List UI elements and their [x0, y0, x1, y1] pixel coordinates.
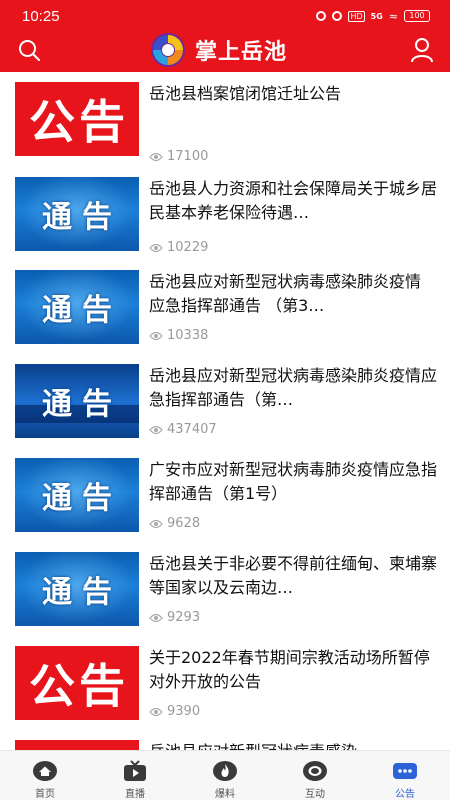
news-title: 岳池县应对新型冠状病毒感染肺炎疫情 应急指挥部通告 （第3… [149, 272, 422, 315]
view-count: 9628 [149, 516, 200, 531]
wifi-icon: ≈ [388, 9, 398, 23]
news-item[interactable]: 通告 岳池县应对新型冠状病毒感染肺炎疫情 应急指挥部通告 （第3… 10338 [0, 270, 450, 364]
tab-label: 爆料 [215, 789, 235, 800]
news-item[interactable]: 通告 广安市应对新型冠状病毒肺炎疫情应急指挥部通告（第1号） 9628 [0, 458, 450, 552]
eye-icon [149, 331, 163, 340]
eye-icon [149, 613, 163, 622]
news-item[interactable]: 公告 关于2022年春节期间宗教活动场所暂停对外开放的公告 9390 [0, 646, 450, 740]
tab-label: 首页 [35, 789, 55, 800]
app-logo-icon [151, 33, 185, 67]
news-title: 岳池县应对新型冠状病毒感染肺炎疫情应急指挥部通告（第… [149, 366, 437, 409]
news-title: 岳池县人力资源和社会保障局关于城乡居民基本养老保险待遇… [149, 179, 437, 222]
thumbnail-text: 通告 [42, 294, 122, 327]
news-list: 公告 岳池县档案馆闭馆迁址公告 17100 通告 岳池县人力资源和社会保障局关于… [0, 72, 450, 750]
status-bar: 10:25 HD 5G ≈ 100 [0, 0, 450, 32]
search-icon[interactable] [17, 38, 41, 62]
news-item[interactable]: 公告 岳池县应对新型冠状病毒感染 [0, 740, 450, 750]
status-time: 10:25 [22, 7, 60, 25]
view-count-value: 17100 [167, 149, 209, 164]
home-icon [33, 761, 57, 781]
alarm-icon [316, 11, 327, 21]
bottom-tab-bar: 首页 直播 爆料 互动 公告 [0, 750, 450, 800]
eye-icon [149, 707, 163, 716]
app-title: 掌上岳池 [195, 39, 288, 64]
thumbnail-text: 通告 [42, 576, 122, 609]
app-header: 10:25 HD 5G ≈ 100 掌上岳池 [0, 0, 450, 72]
view-count-value: 9628 [167, 516, 201, 531]
chat-bubble-icon [303, 761, 327, 781]
news-item[interactable]: 通告 岳池县应对新型冠状病毒感染肺炎疫情应急指挥部通告（第… 437407 [0, 364, 450, 458]
view-count: 9390 [149, 704, 200, 719]
hd-badge: HD [348, 10, 365, 22]
news-title: 岳池县关于非必要不得前往缅甸、柬埔寨等国家以及云南边… [149, 554, 437, 597]
tab-home[interactable]: 首页 [0, 751, 90, 800]
fire-icon [213, 761, 237, 781]
tab-label: 互动 [305, 789, 325, 800]
eye-icon [149, 243, 163, 252]
news-item[interactable]: 通告 岳池县关于非必要不得前往缅甸、柬埔寨等国家以及云南边… 9293 [0, 552, 450, 646]
tab-announcement[interactable]: 公告 [360, 751, 450, 800]
nav-bar: 掌上岳池 [0, 32, 450, 72]
battery-level: 100 [404, 10, 430, 22]
view-count: 10338 [149, 328, 208, 343]
view-count: 17100 [149, 149, 208, 164]
news-title: 关于2022年春节期间宗教活动场所暂停对外开放的公告 [149, 648, 430, 691]
view-count: 9293 [149, 610, 200, 625]
news-item[interactable]: 公告 岳池县档案馆闭馆迁址公告 17100 [0, 82, 450, 176]
news-thumbnail: 通告 [15, 364, 139, 438]
tv-icon [124, 760, 146, 781]
tab-label: 直播 [125, 789, 145, 800]
news-item[interactable]: 通告 岳池县人力资源和社会保障局关于城乡居民基本养老保险待遇… 10229 [0, 177, 450, 271]
thumbnail-text: 公告 [29, 660, 129, 712]
news-thumbnail: 通告 [15, 458, 139, 532]
news-title: 岳池县应对新型冠状病毒感染 [149, 740, 437, 750]
brand: 掌上岳池 [149, 32, 287, 68]
news-title: 广安市应对新型冠状病毒肺炎疫情应急指挥部通告（第1号） [149, 460, 437, 503]
tab-label: 公告 [395, 789, 415, 800]
news-thumbnail: 通告 [15, 270, 139, 344]
view-count-value: 437407 [167, 422, 217, 437]
status-icons: HD 5G ≈ 100 [316, 10, 430, 23]
view-count-value: 10338 [167, 328, 209, 343]
view-count-value: 10229 [167, 240, 209, 255]
user-icon[interactable] [410, 37, 434, 63]
thumbnail-text: 通告 [42, 201, 122, 234]
tab-live[interactable]: 直播 [90, 751, 180, 800]
mute-icon [332, 11, 343, 21]
news-thumbnail: 通告 [15, 552, 139, 626]
news-thumbnail: 公告 [15, 740, 139, 750]
news-thumbnail: 公告 [15, 646, 139, 720]
eye-icon [149, 152, 163, 161]
tab-report[interactable]: 爆料 [180, 751, 270, 800]
news-thumbnail: 通告 [15, 177, 139, 251]
thumbnail-text: 公告 [29, 96, 129, 148]
eye-icon [149, 425, 163, 434]
news-thumbnail: 公告 [15, 82, 139, 156]
thumbnail-text: 通告 [42, 388, 122, 421]
eye-icon [149, 519, 163, 528]
view-count-value: 9293 [167, 610, 201, 625]
announcement-icon [393, 763, 417, 779]
tab-interact[interactable]: 互动 [270, 751, 360, 800]
view-count-value: 9390 [167, 704, 201, 719]
news-title: 岳池县档案馆闭馆迁址公告 [149, 84, 342, 103]
view-count: 10229 [149, 240, 208, 255]
view-count: 437407 [149, 422, 217, 437]
network-type: 5G [370, 11, 383, 21]
thumbnail-text: 通告 [42, 482, 122, 515]
